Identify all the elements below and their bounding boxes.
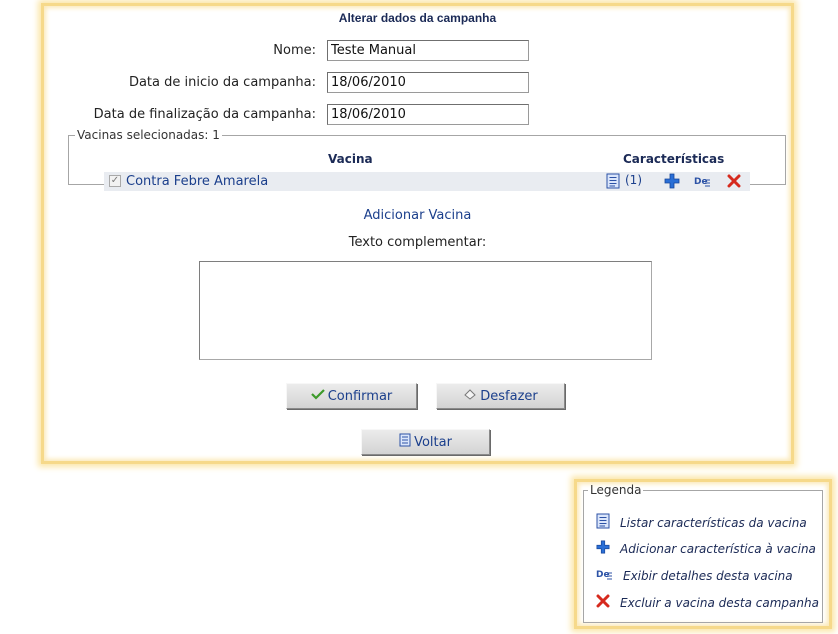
voltar-button[interactable]: Voltar <box>361 429 490 455</box>
nome-input[interactable] <box>327 40 529 61</box>
col-vacina-header: Vacina <box>328 152 373 166</box>
list-icon <box>399 433 411 451</box>
legenda-fieldset: Legenda Listar características da vacina… <box>583 483 823 623</box>
plus-icon[interactable] <box>664 173 680 189</box>
legend-item: De Exibir detalhes desta vacina <box>596 566 793 586</box>
details-icon[interactable]: De <box>694 173 710 189</box>
delete-icon[interactable] <box>727 174 743 190</box>
eraser-icon <box>463 388 477 404</box>
legend-item: Listar características da vacina <box>596 513 807 533</box>
plus-icon <box>596 540 610 558</box>
legenda-title: Legenda <box>590 483 642 497</box>
page-title: Alterar dados da campanha <box>338 11 497 25</box>
col-caracteristicas-header: Características <box>623 152 725 166</box>
inicio-date-input[interactable] <box>327 72 529 93</box>
legend-text: Listar características da vacina <box>620 516 807 530</box>
adicionar-vacina-link[interactable]: Adicionar Vacina <box>44 208 791 223</box>
texto-complementar-label: Texto complementar: <box>348 235 487 250</box>
legend-item: Adicionar característica à vacina <box>596 540 816 558</box>
fim-date-input[interactable] <box>327 104 529 125</box>
legenda-panel: Legenda Listar características da vacina… <box>574 479 832 629</box>
check-icon <box>310 388 325 404</box>
vacinas-legend: Vacinas selecionadas: 1 <box>77 128 220 142</box>
desfazer-label: Desfazer <box>480 388 538 404</box>
caracteristicas-count[interactable]: (1) <box>625 173 642 187</box>
campaign-form-panel: Alterar dados da campanha Nome: Data de … <box>41 3 794 464</box>
confirmar-label: Confirmar <box>327 388 393 404</box>
legend-text: Adicionar característica à vacina <box>620 542 816 556</box>
legend-text: Excluir a vacina desta campanha <box>620 596 819 610</box>
table-row: ✓ Contra Febre Amarela (1) De <box>104 172 750 191</box>
vacinas-fieldset: Vacinas selecionadas: 1 Vacina Caracterí… <box>68 128 786 191</box>
desfazer-button[interactable]: Desfazer <box>436 383 565 409</box>
list-icon[interactable] <box>606 173 622 189</box>
vacina-checkbox[interactable]: ✓ <box>109 175 121 187</box>
legend-item: Excluir a vacina desta campanha <box>596 594 819 612</box>
confirmar-button[interactable]: Confirmar <box>286 383 417 409</box>
details-icon: De <box>596 566 613 586</box>
vacina-name: Contra Febre Amarela <box>126 174 269 189</box>
list-icon <box>596 513 610 533</box>
legend-text: Exibir detalhes desta vacina <box>623 569 793 583</box>
nome-label: Nome: <box>273 43 316 58</box>
fim-label: Data de finalização da campanha: <box>93 107 316 122</box>
texto-complementar-textarea[interactable] <box>199 261 652 360</box>
voltar-label: Voltar <box>414 434 452 450</box>
inicio-label: Data de inicio da campanha: <box>128 75 316 90</box>
delete-icon <box>596 594 610 612</box>
